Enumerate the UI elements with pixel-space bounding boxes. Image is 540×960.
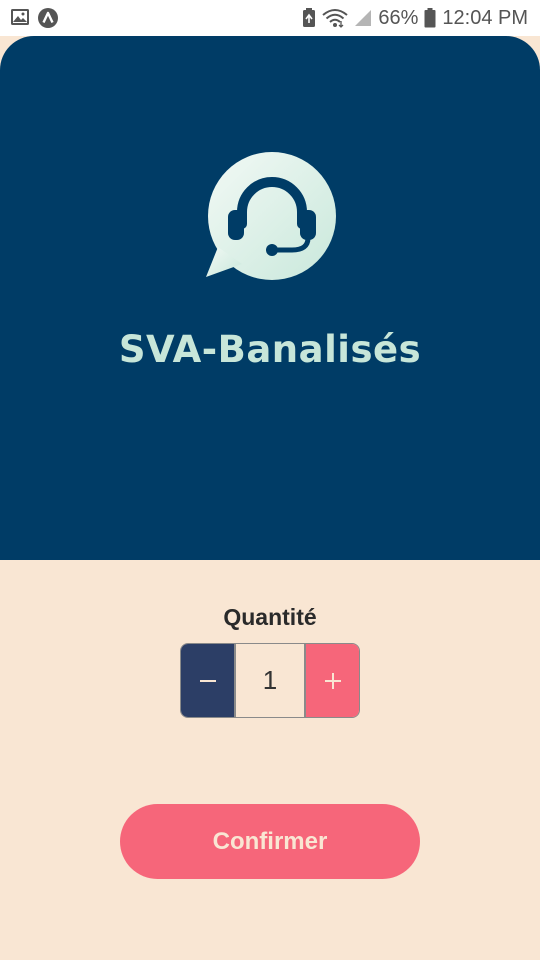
- signal-icon: [354, 9, 372, 27]
- quantity-label: Quantité: [223, 604, 317, 630]
- decrement-button[interactable]: [181, 644, 234, 717]
- increment-button[interactable]: [306, 644, 359, 717]
- minus-icon: [199, 679, 216, 682]
- plus-icon: [324, 672, 341, 689]
- headset-chat-icon: [204, 152, 340, 284]
- status-bar-right: 66% 12:04 PM: [302, 0, 528, 36]
- confirm-button[interactable]: Confirmer: [120, 804, 420, 879]
- battery-saver-icon: [302, 8, 316, 28]
- image-icon: [10, 7, 30, 32]
- status-bar: 66% 12:04 PM: [0, 0, 540, 36]
- wifi-icon: [322, 8, 348, 28]
- app-title: SVA-Banalisés: [118, 328, 422, 371]
- clock: 12:04 PM: [442, 6, 528, 29]
- battery-percent: 66%: [378, 6, 419, 29]
- quantity-value[interactable]: 1: [234, 644, 306, 717]
- header-panel: SVA-Banalisés: [0, 36, 540, 560]
- battery-icon: [424, 8, 436, 28]
- app-notification-icon: [37, 7, 59, 34]
- quantity-stepper: 1: [180, 643, 360, 718]
